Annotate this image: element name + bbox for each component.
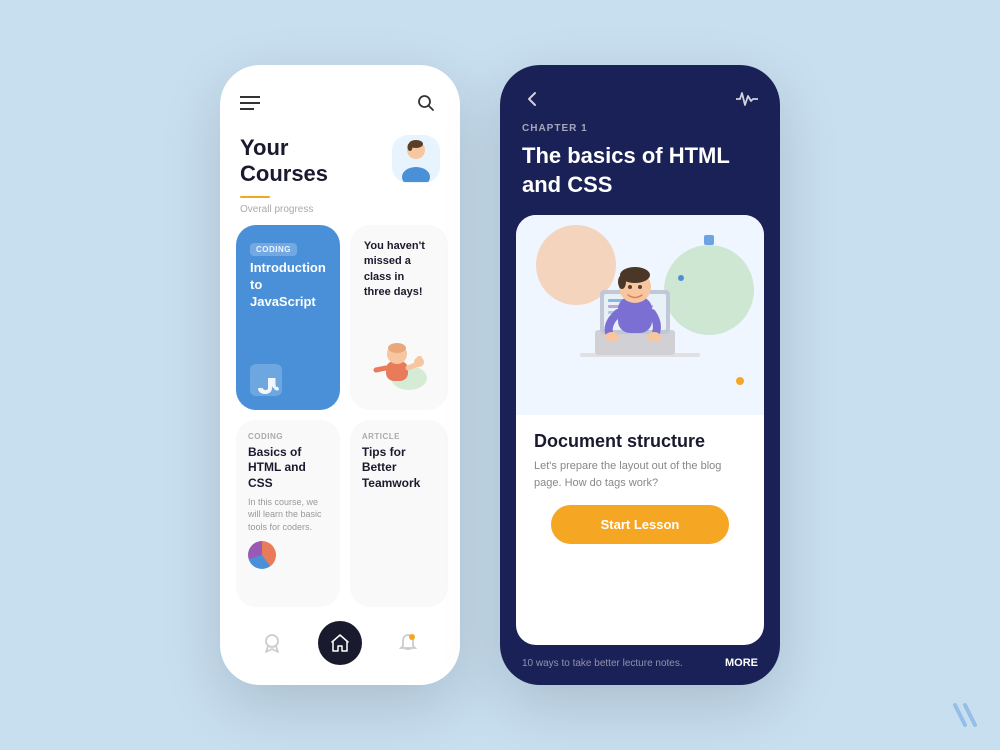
pie-chart-icon (248, 541, 276, 569)
avatar[interactable] (392, 135, 440, 183)
search-button[interactable] (412, 89, 440, 117)
notifications-nav[interactable] (390, 625, 426, 661)
bottom-hint: 10 ways to take better lecture notes. MO… (500, 645, 780, 685)
right-phone: CHAPTER 1 The basics of HTML and CSS (500, 65, 780, 685)
activity-icon[interactable] (736, 91, 758, 107)
person-laptop-illustration (560, 235, 720, 395)
chapter-label: CHAPTER 1 (500, 119, 780, 142)
start-lesson-button[interactable]: Start Lesson (551, 505, 730, 544)
left-phone: Your Courses Overall progress CODING Int… (220, 65, 460, 685)
hint-text: 10 ways to take better lecture notes. (522, 658, 683, 669)
home-nav-active[interactable] (318, 621, 362, 665)
top-bar-left (220, 65, 460, 127)
header-section: Your Courses (220, 127, 460, 194)
more-button[interactable]: MORE (725, 657, 758, 669)
coding-tag: CODING (250, 243, 297, 256)
card-html[interactable]: CODING Basics of HTML and CSS In this co… (236, 420, 340, 607)
article-tag: ARTICLE (362, 432, 436, 441)
streak-illustration (364, 326, 434, 396)
card-streak[interactable]: You haven't missed a class in three days… (350, 225, 448, 410)
bottom-nav (220, 607, 460, 685)
card-javascript[interactable]: CODING Introduction to JavaScript (236, 225, 340, 410)
chapter-title: The basics of HTML and CSS (500, 142, 780, 215)
progress-line (240, 196, 270, 198)
js-icon (250, 364, 282, 396)
top-bar-right (500, 65, 780, 119)
menu-icon[interactable] (240, 96, 260, 110)
back-button[interactable] (522, 89, 542, 109)
lesson-illustration (516, 215, 764, 415)
watermark (950, 700, 980, 730)
card-article[interactable]: ARTICLE Tips for Better Teamwork (350, 420, 448, 607)
achievements-nav[interactable] (254, 625, 290, 661)
lesson-content: Document structure Let's prepare the lay… (516, 415, 764, 645)
page-title: Your Courses (240, 135, 328, 188)
html-coding-tag: CODING (248, 432, 328, 441)
cards-area: CODING Introduction to JavaScript You ha… (220, 225, 460, 607)
deco-dot-orange (736, 377, 744, 385)
lesson-desc: Let's prepare the layout out of the blog… (534, 458, 746, 491)
lesson-heading: Document structure (534, 431, 746, 452)
progress-label: Overall progress (220, 204, 460, 225)
lesson-card: Document structure Let's prepare the lay… (516, 215, 764, 645)
